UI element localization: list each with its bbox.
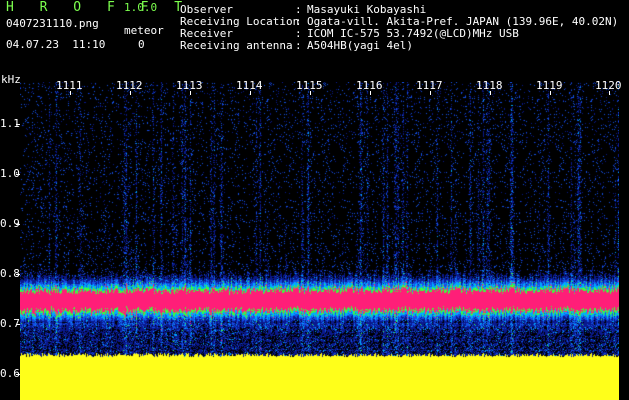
y-tick-mark — [16, 274, 20, 275]
spectrogram-waterfall — [20, 82, 619, 400]
datetime-label: 04.07.23 11:10 — [6, 38, 106, 51]
antenna-colon: : — [295, 39, 302, 52]
y-tick-mark — [16, 374, 20, 375]
app-version: 1.0.0 — [124, 1, 158, 14]
x-tick-mark — [370, 91, 371, 95]
x-tick-mark — [70, 91, 71, 95]
meteor-count: 0 — [138, 38, 145, 51]
x-tick-mark — [310, 91, 311, 95]
x-tick-mark — [550, 91, 551, 95]
x-tick-mark — [130, 91, 131, 95]
app-title: H R O F F T — [6, 0, 192, 15]
filename-label: 0407231110.png — [6, 17, 99, 30]
meteor-label: meteor — [124, 24, 164, 37]
y-tick-mark — [16, 174, 20, 175]
x-tick-mark — [609, 91, 610, 95]
x-tick-mark — [190, 91, 191, 95]
antenna-value: A504HB(yagi 4el) — [307, 39, 413, 52]
y-tick-mark — [16, 124, 20, 125]
x-tick-mark — [430, 91, 431, 95]
hroftt-window: H R O F F T 1.0.0 0407231110.png meteor … — [0, 0, 629, 400]
y-tick-mark — [16, 224, 20, 225]
y-tick-mark — [16, 324, 20, 325]
x-tick-mark — [250, 91, 251, 95]
antenna-label: Receiving antenna — [180, 39, 293, 52]
x-tick-mark — [490, 91, 491, 95]
y-axis-unit: kHz — [1, 73, 21, 86]
